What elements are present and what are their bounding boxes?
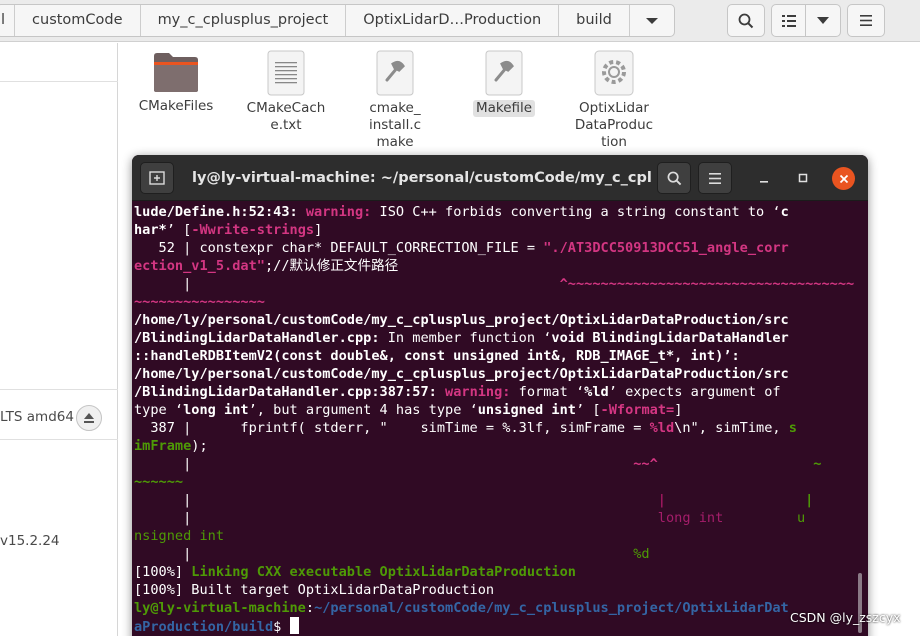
close-icon: [839, 174, 848, 183]
terminal-line: ~~~~~~~~~~~~~~~~: [134, 294, 265, 310]
view-options-button[interactable]: [806, 5, 840, 36]
terminal-line: /home/ly/personal/customCode/my_c_cplusp…: [134, 312, 789, 328]
chevron-down-icon: [817, 17, 829, 24]
terminal-line: ly@ly-virtual-machine:~/personal/customC…: [134, 600, 789, 616]
file-item-cmake-install[interactable]: cmake_install.cmake: [353, 50, 437, 151]
file-name: cmake_install.cmake: [368, 100, 422, 150]
sidebar-divider: [0, 81, 118, 82]
text-file-icon: [267, 50, 305, 96]
terminal-output[interactable]: lude/Define.h:52:43: warning: ISO C++ fo…: [134, 203, 856, 636]
close-button[interactable]: [832, 167, 855, 190]
file-item-makefile[interactable]: Makefile: [462, 50, 546, 117]
file-manager-header: l customCode my_c_cplusplus_project Opti…: [0, 0, 920, 42]
terminal-line: /BlindingLidarDataHandler.cpp:387:57: wa…: [134, 384, 781, 400]
terminal-line: ::handleRDBItemV2(const double&, const u…: [134, 348, 740, 364]
new-tab-icon: [149, 171, 165, 185]
terminal-line: ection_v1_5.dat";//默认修正文件路径: [134, 258, 399, 274]
script-file-icon: [485, 50, 523, 96]
path-segment-optixlidar[interactable]: OptixLidarD…Production: [346, 5, 560, 36]
terminal-line: ~~~~~~: [134, 474, 184, 490]
sidebar-item-device[interactable]: LTS amd64: [0, 409, 74, 425]
file-name: OptixLidarDataProduction: [574, 100, 654, 150]
terminal-line: [100%] Built target OptixLidarDataProduc…: [134, 582, 495, 598]
sidebar-divider: [0, 439, 118, 440]
sidebar-divider: [0, 389, 118, 390]
path-segment-root[interactable]: l: [0, 5, 16, 36]
terminal-line: | ~~^ ~: [134, 456, 822, 472]
file-name: Makefile: [472, 100, 536, 117]
terminal-line: lude/Define.h:52:43: warning: ISO C++ fo…: [134, 204, 789, 220]
terminal-line: nsigned int: [134, 528, 225, 544]
path-segment-build[interactable]: build: [559, 5, 630, 36]
view-toggle-group: [771, 4, 841, 37]
terminal-line: | long int u: [134, 510, 806, 526]
terminal-line: /home/ly/personal/customCode/my_c_cplusp…: [134, 366, 789, 382]
file-item-optixlidar[interactable]: OptixLidarDataProduction: [572, 50, 656, 151]
terminal-line: 387 | fprintf( stderr, " simTime = %.3lf…: [134, 420, 797, 436]
search-button[interactable]: [727, 4, 765, 37]
search-icon: [738, 13, 754, 28]
terminal-prompt-line[interactable]: aProduction/build$: [134, 617, 856, 635]
folder-icon: [154, 53, 198, 92]
file-item-cmakefiles[interactable]: CMakeFiles: [134, 50, 218, 115]
watermark: CSDN @ly_zszcyx: [790, 610, 901, 625]
terminal-line: imFrame);: [134, 438, 208, 454]
maximize-button[interactable]: [792, 167, 814, 189]
eject-button[interactable]: [76, 405, 102, 431]
text-cursor: [289, 617, 299, 634]
terminal-line: har*’ [-Wwrite-strings]: [134, 222, 323, 238]
minimize-icon: [760, 181, 768, 183]
terminal-title: ly@ly-virtual-machine: ~/personal/custom…: [192, 170, 652, 186]
terminal-titlebar[interactable]: ly@ly-virtual-machine: ~/personal/custom…: [132, 155, 868, 201]
terminal-line: | ^~~~~~~~~~~~~~~~~~~~~~~~~~~~~~~~~~~~: [134, 276, 855, 292]
maximize-icon: [798, 173, 808, 183]
view-list-icon: [781, 14, 796, 27]
path-bar: l customCode my_c_cplusplus_project Opti…: [0, 4, 675, 37]
path-dropdown-button[interactable]: [630, 5, 674, 36]
path-segment-customcode[interactable]: customCode: [15, 5, 141, 36]
eject-icon: [84, 413, 94, 423]
terminal-search-button[interactable]: [657, 162, 691, 194]
terminal-line: [100%] Linking CXX executable OptixLidar…: [134, 564, 576, 580]
list-view-button[interactable]: [772, 5, 806, 36]
path-segment-project[interactable]: my_c_cplusplus_project: [141, 5, 347, 36]
terminal-line: type ‘long int’, but argument 4 has type…: [134, 402, 683, 418]
hamburger-menu-icon: [860, 15, 872, 26]
sidebar: LTS amd64 v15.2.24: [0, 43, 118, 636]
terminal-line: | | |: [134, 492, 814, 508]
menu-button[interactable]: [847, 4, 885, 37]
search-icon: [667, 171, 681, 185]
file-name: CMakeCache.txt: [246, 100, 326, 133]
script-file-icon: [376, 50, 414, 96]
terminal-menu-button[interactable]: [698, 162, 732, 194]
terminal-window[interactable]: ly@ly-virtual-machine: ~/personal/custom…: [132, 155, 868, 636]
terminal-line: | %d: [134, 546, 650, 562]
terminal-line: 52 | constexpr char* DEFAULT_CORRECTION_…: [134, 240, 789, 256]
executable-icon: [594, 50, 634, 96]
hamburger-menu-icon: [709, 172, 721, 184]
sidebar-item-version[interactable]: v15.2.24: [0, 533, 60, 549]
new-tab-button[interactable]: [140, 162, 174, 194]
minimize-button[interactable]: [753, 167, 775, 189]
terminal-line: /BlindingLidarDataHandler.cpp: In member…: [134, 330, 789, 346]
file-name: CMakeFiles: [138, 98, 214, 114]
file-item-cmakecache[interactable]: CMakeCache.txt: [244, 50, 328, 134]
